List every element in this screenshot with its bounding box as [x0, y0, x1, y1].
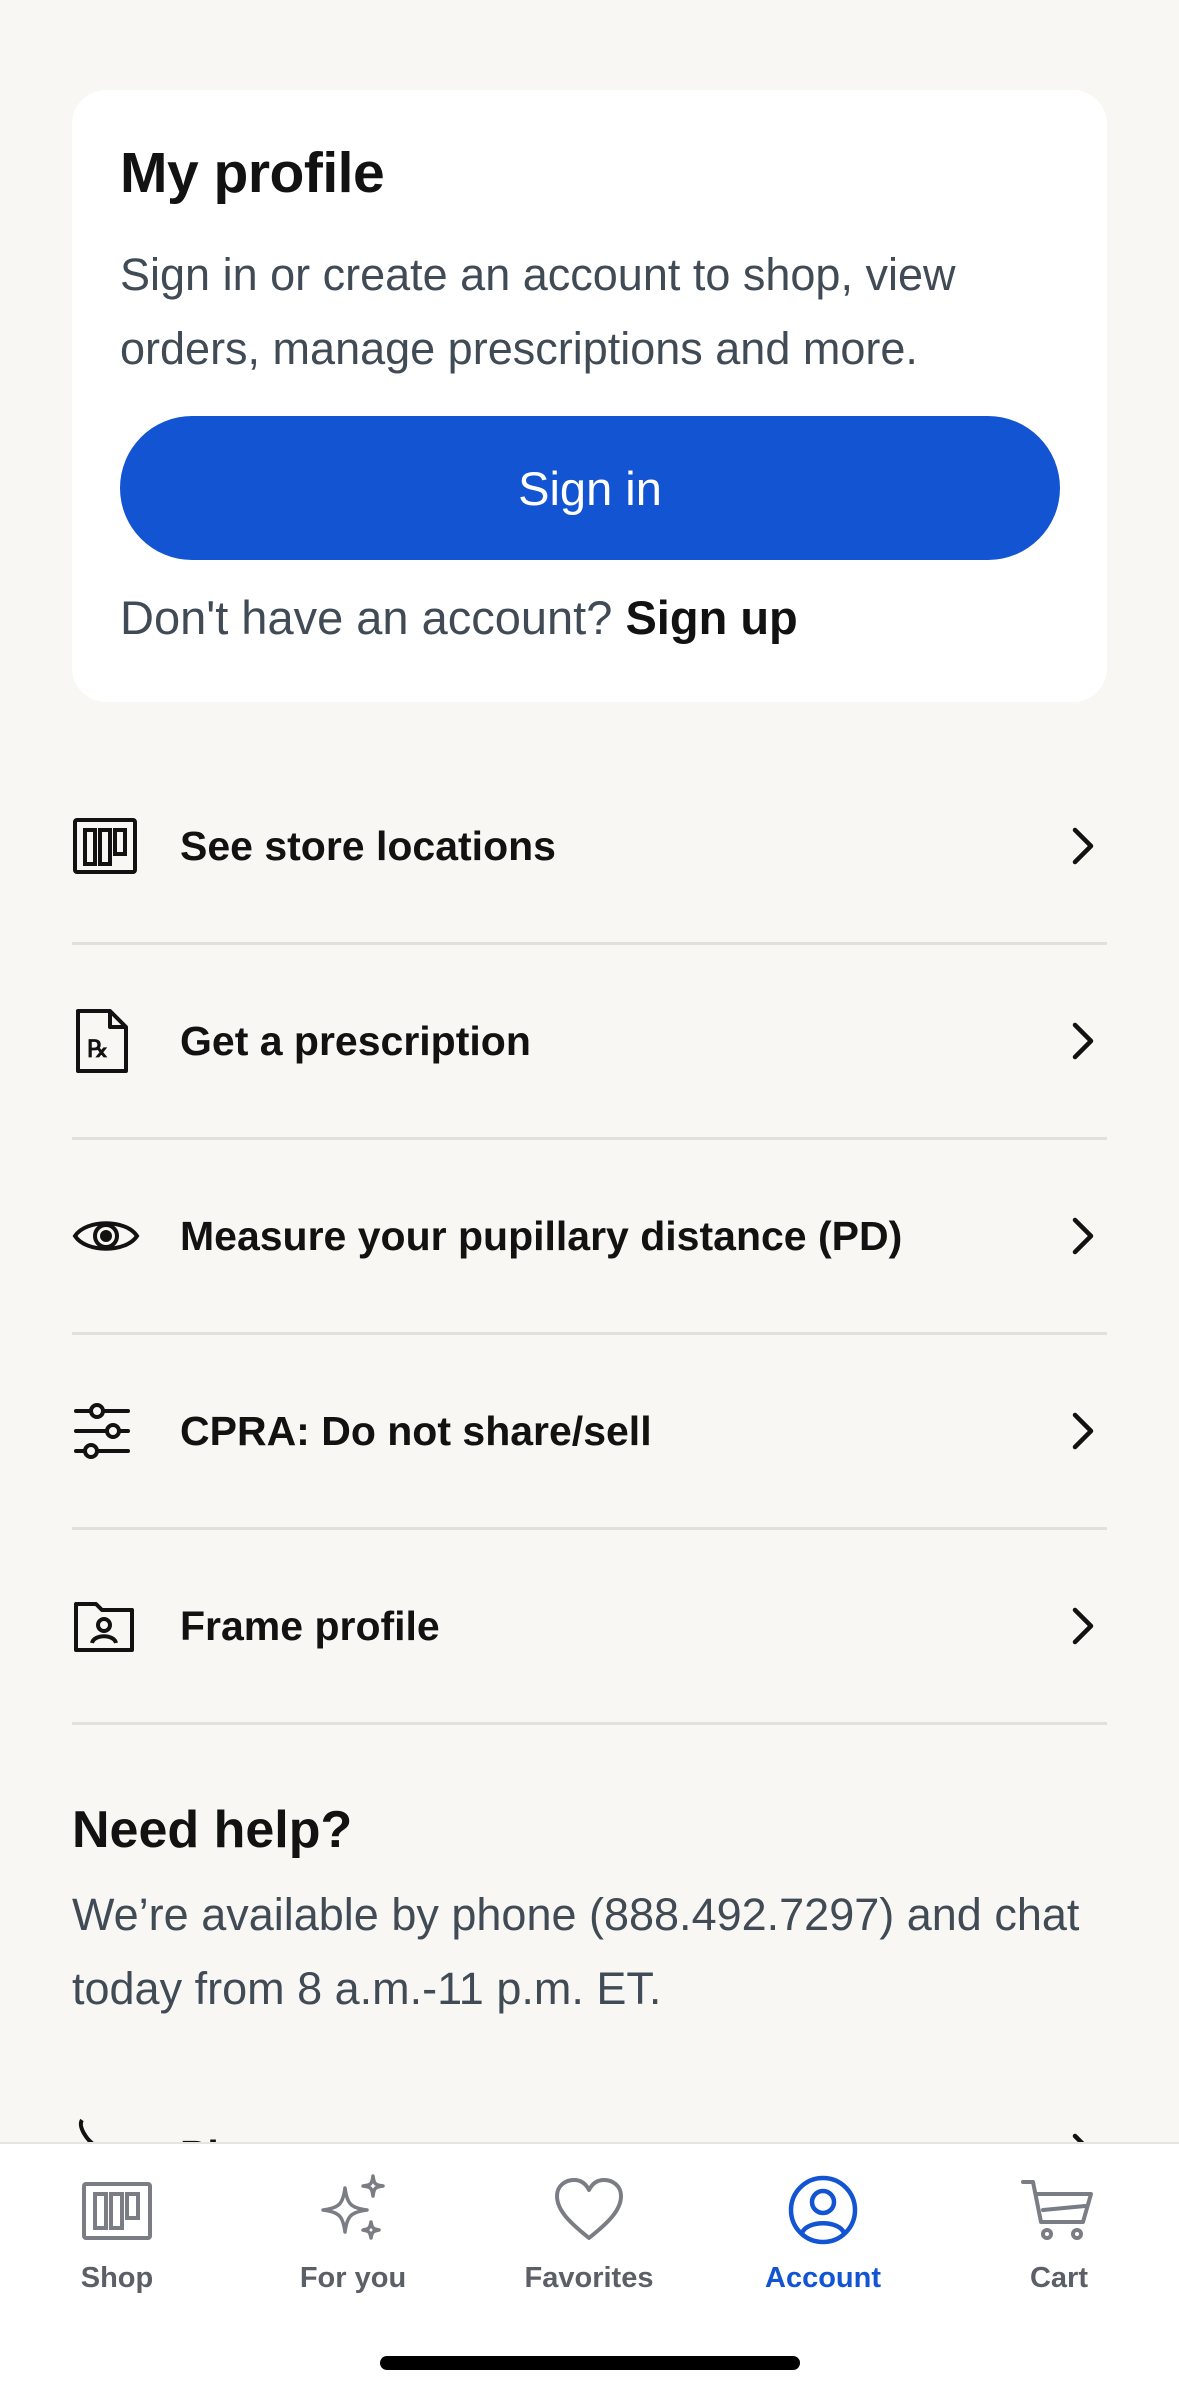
profile-title: My profile — [120, 141, 385, 205]
menu-item-label: Get a prescription — [180, 1017, 531, 1064]
tab-label: Account — [765, 2262, 881, 2294]
store-icon — [82, 2182, 152, 2240]
home-indicator — [380, 2356, 800, 2370]
tab-label: Favorites — [524, 2262, 654, 2294]
tab-label: Cart — [1029, 2262, 1088, 2294]
profile-card: My profile Sign in or create an account … — [72, 90, 1107, 702]
menu-item-cpra[interactable]: CPRA: Do not share/sell — [72, 1335, 1107, 1530]
account-screen: My profile Sign in or create an account … — [0, 0, 1179, 2396]
tab-cart[interactable]: Cart — [959, 2144, 1159, 2295]
svg-text:℞: ℞ — [87, 1036, 109, 1063]
frame-profile-icon — [72, 1591, 142, 1661]
help-title: Need help? — [72, 1801, 353, 1859]
chevron-right-icon — [1072, 1607, 1094, 1645]
menu-item-frame-profile[interactable]: Frame profile — [72, 1530, 1107, 1725]
chevron-right-icon — [1072, 827, 1094, 865]
heart-icon — [555, 2178, 623, 2240]
tab-shop[interactable]: Shop — [17, 2144, 217, 2295]
cart-icon — [1021, 2180, 1093, 2240]
chevron-right-icon — [1072, 1022, 1094, 1060]
tab-favorites[interactable]: Favorites — [489, 2144, 689, 2295]
chevron-right-icon — [1072, 1217, 1094, 1255]
help-description: We’re available by phone (888.492.7297) … — [72, 1889, 1080, 2014]
account-menu: See store locations ℞ Get a prescription — [72, 750, 1107, 1725]
sliders-icon — [72, 1396, 142, 1466]
eye-icon — [72, 1201, 142, 1271]
sign-up-link[interactable]: Sign up — [625, 591, 797, 644]
tab-for-you[interactable]: For you — [253, 2144, 453, 2295]
prescription-icon: ℞ — [72, 1006, 142, 1076]
sparkle-icon — [321, 2174, 385, 2240]
tab-label: Shop — [80, 2262, 154, 2294]
menu-item-label: CPRA: Do not share/sell — [180, 1407, 652, 1454]
menu-item-store-locations[interactable]: See store locations — [72, 750, 1107, 945]
signup-prompt-line: Don't have an account? Sign up — [120, 590, 798, 645]
menu-item-label: Frame profile — [180, 1602, 440, 1649]
chevron-right-icon — [1072, 1412, 1094, 1450]
menu-item-label: Measure your pupillary distance (PD) — [180, 1212, 903, 1259]
tab-account[interactable]: Account — [723, 2144, 923, 2295]
account-icon — [788, 2175, 858, 2245]
tab-label: For you — [299, 2262, 407, 2294]
signup-prompt: Don't have an account? — [120, 591, 613, 644]
menu-item-measure-pd[interactable]: Measure your pupillary distance (PD) — [72, 1140, 1107, 1335]
menu-item-label: See store locations — [180, 822, 556, 869]
store-icon — [72, 811, 142, 881]
sign-in-button[interactable]: Sign in — [120, 416, 1060, 560]
menu-item-get-prescription[interactable]: ℞ Get a prescription — [72, 945, 1107, 1140]
profile-description: Sign in or create an account to shop, vi… — [120, 249, 956, 374]
